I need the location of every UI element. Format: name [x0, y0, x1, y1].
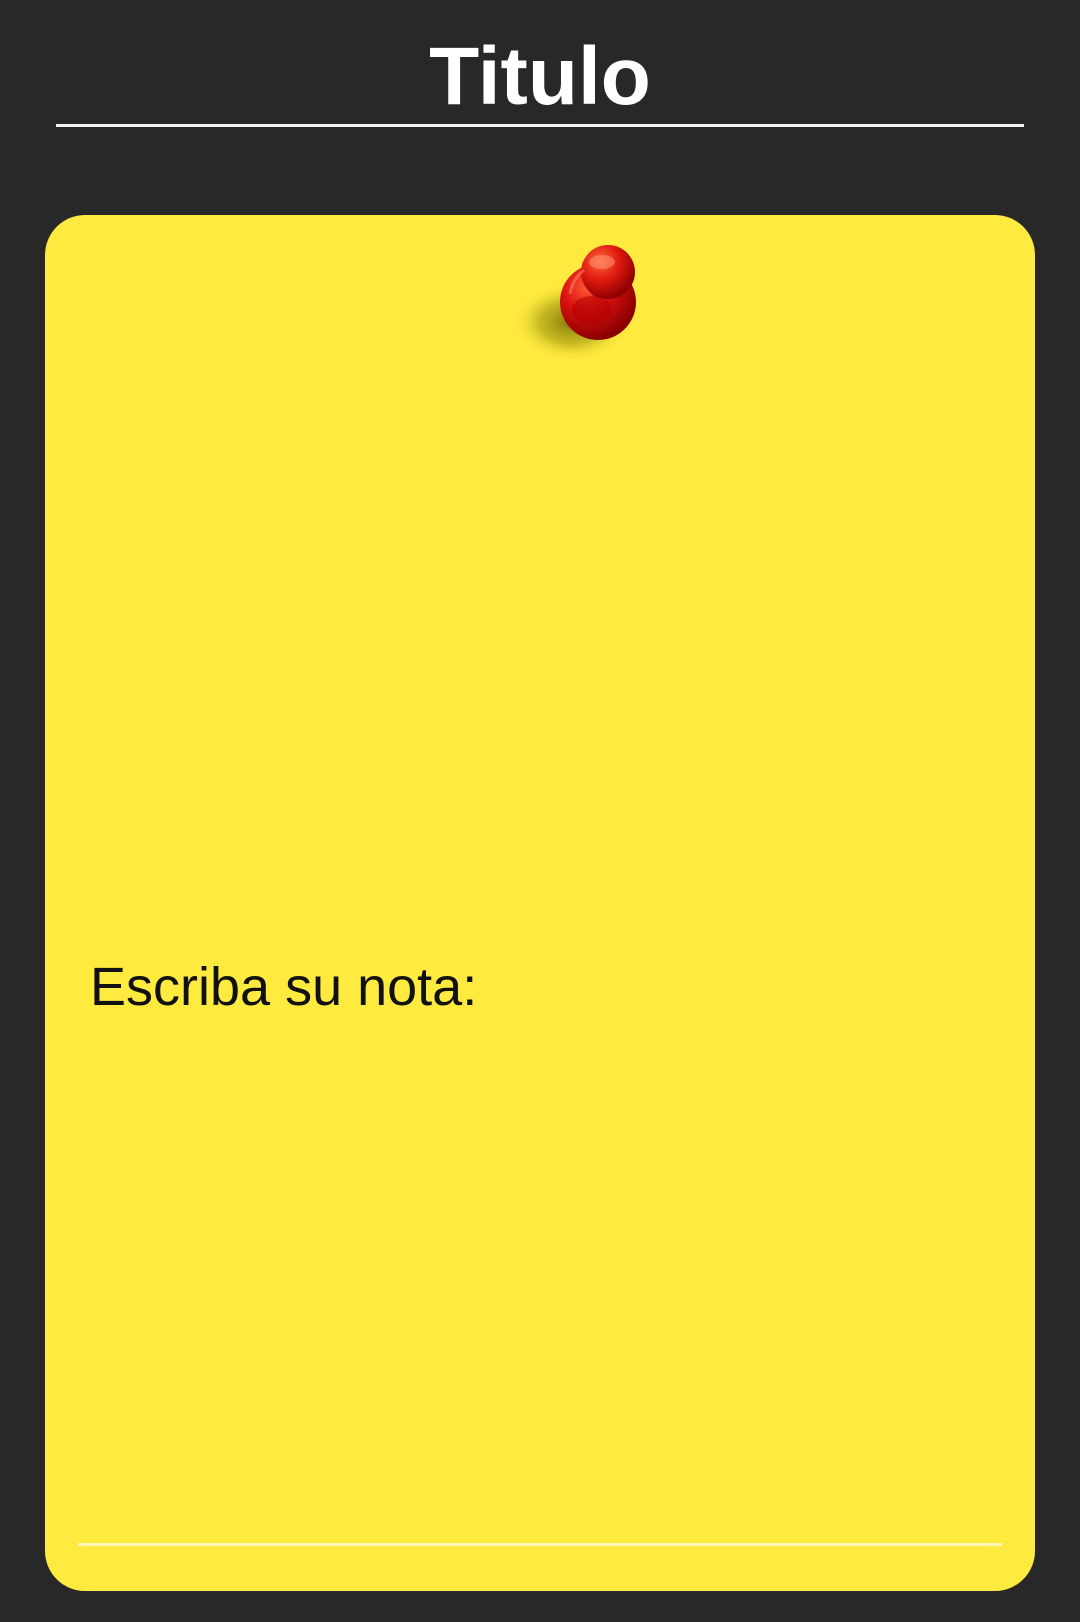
page-title: Titulo [429, 31, 651, 122]
pushpin-icon [512, 245, 636, 362]
title-divider [56, 124, 1024, 127]
note-label: Escriba su nota: [90, 957, 478, 1017]
note-input-underline[interactable] [78, 1543, 1002, 1546]
sticky-note[interactable]: Escriba su nota: [45, 215, 1035, 1591]
